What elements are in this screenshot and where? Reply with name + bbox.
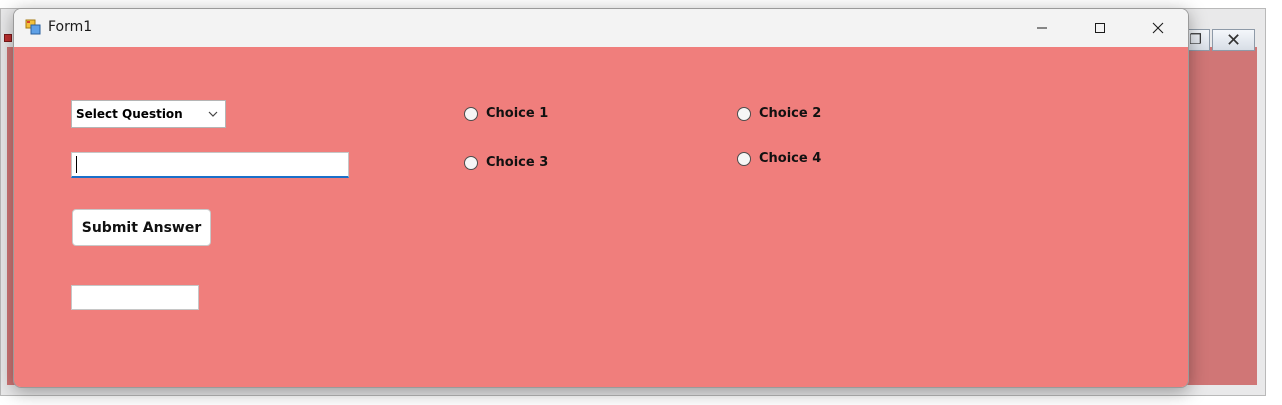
background-close-button[interactable]: ✕	[1212, 29, 1255, 51]
maximize-button[interactable]	[1077, 9, 1123, 47]
choice-2-label: Choice 2	[759, 106, 822, 121]
chevron-down-icon	[208, 111, 218, 117]
close-button[interactable]	[1135, 9, 1181, 47]
choice-3-radio[interactable]: Choice 3	[464, 155, 548, 170]
submit-answer-button[interactable]: Submit Answer	[72, 209, 211, 246]
form-window: Form1 Select Question Submit Answer Choi…	[13, 8, 1189, 388]
maximize-icon	[1095, 23, 1105, 33]
choice-2-radio[interactable]: Choice 2	[737, 106, 821, 121]
background-app-icon	[4, 34, 12, 42]
form-client-area: Select Question Submit Answer Choice 1 C…	[14, 47, 1188, 387]
radio-circle-icon	[737, 106, 751, 121]
choice-1-radio[interactable]: Choice 1	[464, 106, 548, 121]
close-icon	[1152, 22, 1164, 34]
question-dropdown-value: Select Question	[76, 107, 183, 121]
minimize-button[interactable]	[1019, 9, 1065, 47]
choice-4-radio[interactable]: Choice 4	[737, 151, 821, 166]
answer-input[interactable]	[71, 152, 349, 178]
form-app-icon	[25, 19, 41, 35]
question-dropdown[interactable]: Select Question	[71, 100, 226, 128]
radio-circle-icon	[737, 151, 751, 166]
choice-1-label: Choice 1	[486, 106, 549, 121]
result-box[interactable]	[71, 285, 199, 310]
choice-4-label: Choice 4	[759, 151, 822, 166]
radio-circle-icon	[464, 155, 478, 170]
minimize-icon	[1037, 27, 1047, 29]
choice-3-label: Choice 3	[486, 155, 549, 170]
radio-circle-icon	[464, 106, 478, 121]
text-caret	[76, 156, 77, 173]
title-bar[interactable]: Form1	[14, 9, 1188, 47]
window-title: Form1	[48, 19, 93, 35]
